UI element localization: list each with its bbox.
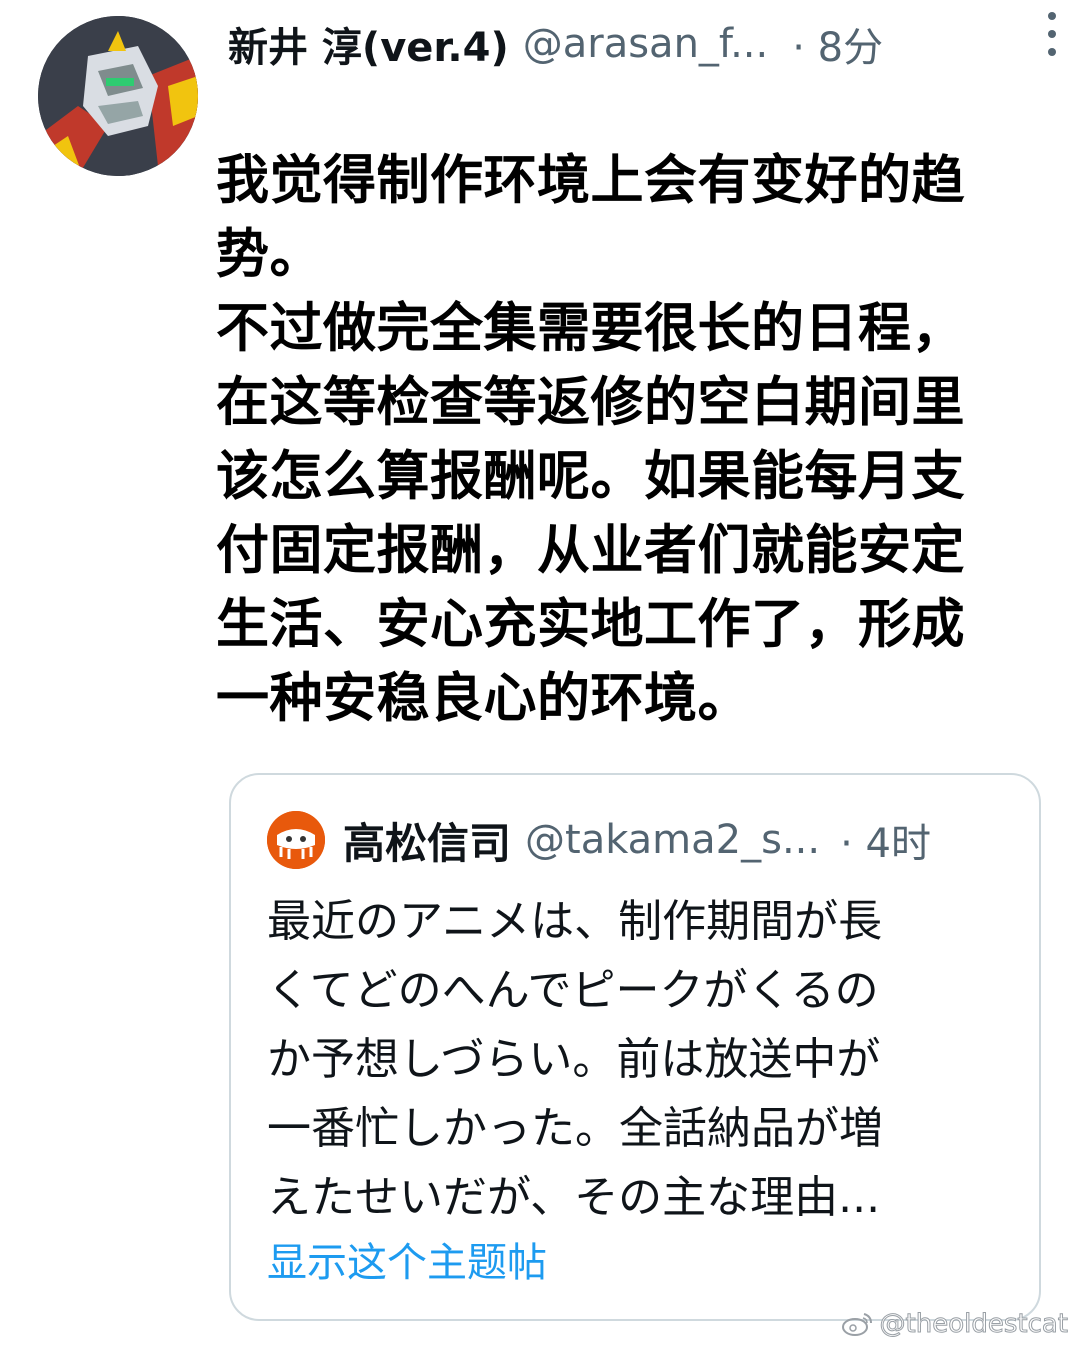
quoted-tweet-card[interactable]: 高松信司 @takama2_s... · 4时 最近のアニメは、制作期間が長 く… — [229, 773, 1041, 1321]
more-vertical-icon[interactable] — [1042, 12, 1062, 56]
quoted-tweet-timestamp[interactable]: · 4时 — [840, 811, 931, 869]
quoted-author-name[interactable]: 高松信司 — [343, 810, 511, 871]
show-thread-link[interactable]: 显示这个主题帖 — [267, 1230, 547, 1288]
watermark: @theoldestcat — [840, 1306, 1069, 1342]
author-name[interactable]: 新井 淳(ver.4) — [228, 15, 509, 73]
watermark-text: @theoldestcat — [879, 1309, 1068, 1340]
quoted-text-line: くてどのへんでピークがくるの — [267, 965, 879, 1016]
tweet-text-line: 势。 — [216, 224, 323, 285]
more-dot — [1048, 48, 1056, 56]
author-avatar[interactable] — [38, 16, 198, 176]
tweet-text-line: 一种安稳良心的环境。 — [216, 668, 751, 729]
tweet-text-line: 我觉得制作环境上会有变好的趋 — [216, 150, 965, 211]
quoted-text-line: 一番忙しかった。全話納品が増 — [267, 1103, 883, 1154]
tweet-timestamp[interactable]: · 8分 — [792, 15, 883, 73]
quoted-tweet-body: 最近のアニメは、制作期間が長 くてどのへんでピークがくるの か予想しづらい。前は… — [267, 887, 1027, 1232]
tweet-body: 我觉得制作环境上会有变好的趋 势。 不过做完全集需要很长的日程， 在这等检查等返… — [216, 144, 996, 736]
tweet-text-line: 在这等检查等返修的空白期间里 — [216, 372, 965, 433]
quoted-text-line: 最近のアニメは、制作期間が長 — [267, 896, 883, 947]
robot-avatar-image — [38, 16, 198, 176]
quoted-text-line: か予想しづらい。前は放送中が — [267, 1034, 881, 1085]
tweet-text-line: 生活、安心充实地工作了，形成 — [216, 594, 965, 655]
tweet-header: 新井 淳(ver.4) @arasan_f... · 8分 — [228, 12, 1048, 76]
tweet-text-line: 不过做完全集需要很长的日程， — [216, 298, 965, 359]
tweet-text-line: 该怎么算报酬呢。如果能每月支 — [216, 446, 965, 507]
quoted-tweet-header: 高松信司 @takama2_s... · 4时 — [267, 809, 1027, 871]
quoted-author-handle[interactable]: @takama2_s... — [525, 817, 820, 863]
sloth-avatar-image — [267, 811, 325, 869]
author-handle[interactable]: @arasan_f... — [523, 21, 769, 67]
more-dot — [1048, 12, 1056, 20]
quoted-author-avatar[interactable] — [267, 811, 325, 869]
weibo-icon — [841, 1313, 872, 1336]
tweet-text-line: 付固定报酬，从业者们就能安定 — [216, 520, 965, 581]
quoted-text-line: えたせいだが、その主な理由... — [267, 1172, 881, 1223]
more-dot — [1048, 30, 1056, 38]
